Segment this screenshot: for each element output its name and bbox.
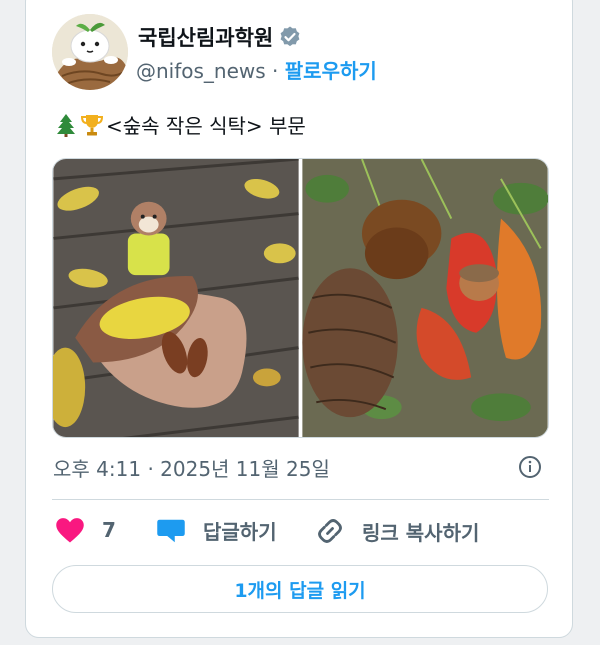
info-icon[interactable] bbox=[518, 455, 542, 479]
follow-button[interactable]: 팔로우하기 bbox=[285, 59, 377, 83]
reply-label: 답글하기 bbox=[203, 520, 277, 544]
author-handle[interactable]: @nifos_news bbox=[136, 59, 266, 83]
reply-button[interactable]: 답글하기 bbox=[156, 516, 277, 545]
author-name-row[interactable]: 국립산림과학원 bbox=[138, 22, 302, 52]
timestamp-separator: · bbox=[147, 457, 161, 481]
divider bbox=[52, 499, 549, 500]
photo-right[interactable] bbox=[302, 159, 548, 437]
media-grid[interactable] bbox=[52, 158, 549, 438]
avatar[interactable] bbox=[52, 14, 128, 90]
evergreen-tree-icon bbox=[57, 113, 75, 137]
tweet-text: <숲속 작은 식탁> 부문 bbox=[54, 110, 306, 139]
heart-icon bbox=[56, 518, 84, 543]
copy-link-button[interactable]: 링크 복사하기 bbox=[315, 516, 479, 546]
author-name[interactable]: 국립산림과학원 bbox=[138, 22, 273, 52]
mascot-avatar-image bbox=[52, 14, 128, 90]
timestamp-row[interactable]: 오후 4:11 · 2025년 11월 25일 bbox=[53, 453, 330, 482]
handle-separator: · bbox=[272, 59, 285, 83]
like-count: 7 bbox=[102, 518, 116, 542]
reply-bubble-icon bbox=[157, 519, 185, 542]
post-time: 오후 4:11 bbox=[53, 457, 142, 481]
tweet-body: <숲속 작은 식탁> 부문 bbox=[106, 114, 306, 138]
link-icon bbox=[318, 519, 342, 543]
author-handle-row: @nifos_news · 팔로우하기 bbox=[136, 55, 377, 84]
photo-left[interactable] bbox=[53, 159, 299, 437]
copy-link-label: 링크 복사하기 bbox=[362, 520, 480, 545]
post-date: 2025년 11월 25일 bbox=[160, 457, 330, 481]
read-replies-button[interactable]: 1개의 답글 읽기 bbox=[52, 565, 548, 613]
like-button[interactable]: 7 bbox=[55, 516, 116, 544]
verified-badge-icon bbox=[280, 26, 300, 47]
trophy-icon bbox=[80, 114, 104, 135]
